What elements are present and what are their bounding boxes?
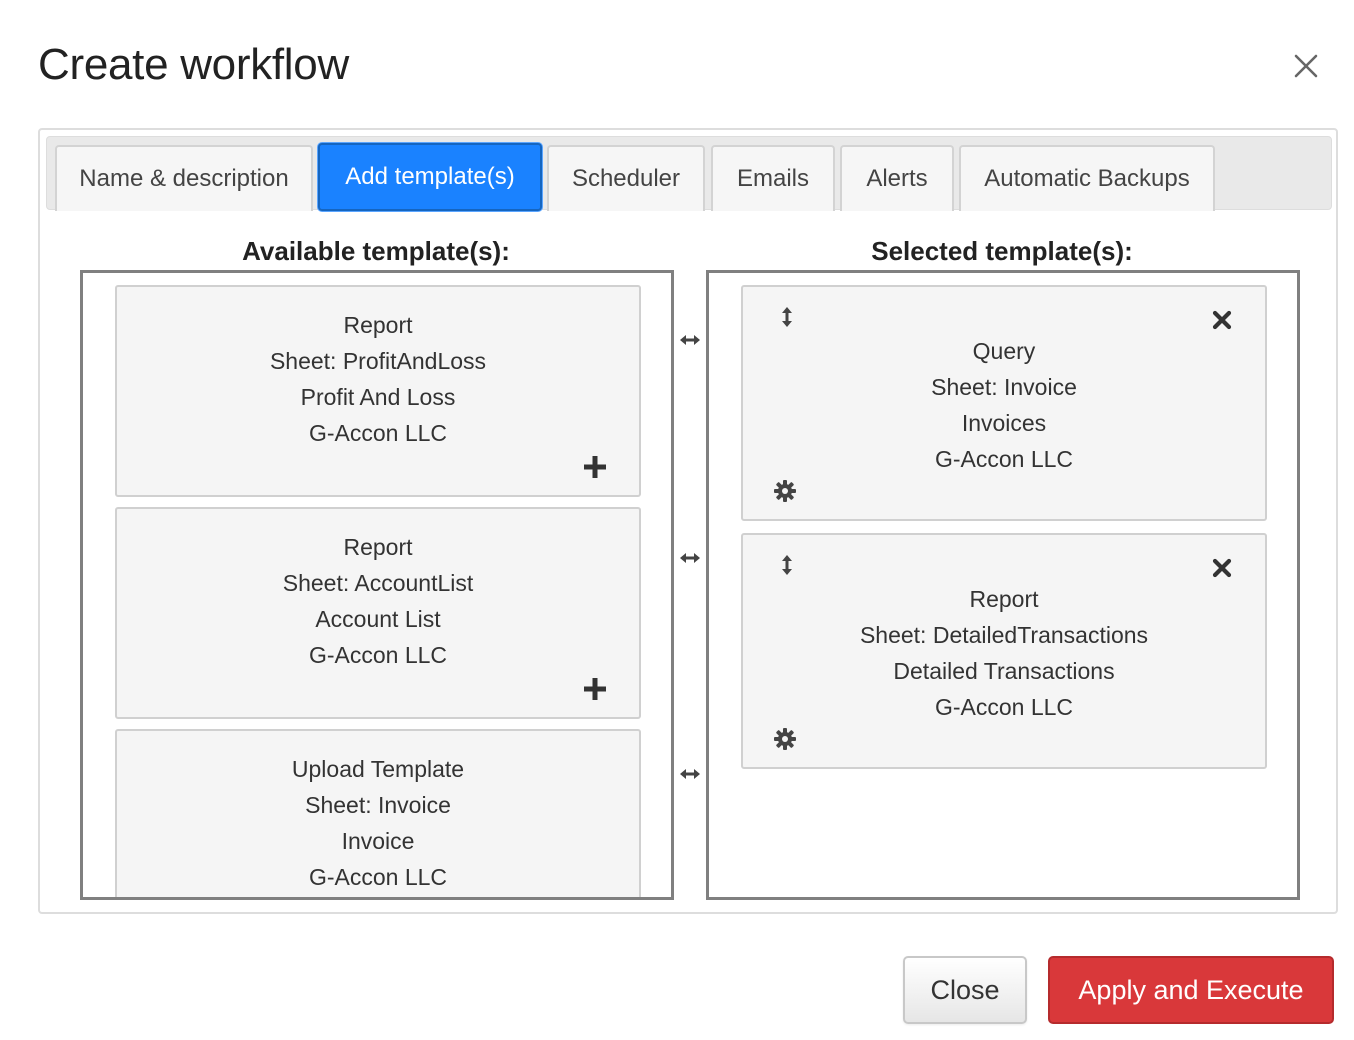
dialog-title: Create workflow [38,40,349,89]
selected-template-card[interactable]: Query Sheet: Invoice Invoices G-Accon LL… [741,285,1267,521]
close-button[interactable]: Close [903,956,1027,1024]
tab-name-description[interactable]: Name & description [55,145,313,211]
template-type: Report [343,534,413,560]
tab-add-templates[interactable]: Add template(s) [318,143,542,211]
vertical-arrows-icon[interactable] [779,305,795,334]
selected-templates-heading: Selected template(s): [871,236,1133,266]
template-company: G-Accon LLC [308,420,448,446]
available-template-card[interactable]: Report Sheet: AccountList Account List G… [115,507,641,719]
gear-icon[interactable] [773,727,797,756]
template-sheet: Sheet: ProfitAndLoss [269,348,487,374]
remove-icon[interactable] [1211,309,1233,336]
plus-icon[interactable] [583,455,607,484]
apply-and-execute-button[interactable]: Apply and Execute [1048,956,1334,1024]
template-name: Invoices [961,410,1047,436]
tab-scheduler[interactable]: Scheduler [547,145,705,211]
template-type: Query [972,338,1036,364]
available-templates-heading: Available template(s): [242,236,510,266]
available-template-card[interactable]: Report Sheet: ProfitAndLoss Profit And L… [115,285,641,497]
template-name: Account List [315,606,441,632]
tab-emails[interactable]: Emails [711,145,835,211]
create-workflow-dialog: Create workflow Name & description Add t… [0,0,1354,1040]
template-name: Detailed Transactions [893,658,1115,684]
template-type: Report [969,586,1039,612]
template-company: G-Accon LLC [308,642,448,668]
selected-template-card[interactable]: Report Sheet: DetailedTransactions Detai… [741,533,1267,769]
remove-icon[interactable] [1211,557,1233,584]
template-company: G-Accon LLC [308,864,448,890]
template-name: Invoice [341,828,415,854]
workflow-panel: Name & description Add template(s) Sched… [38,128,1338,914]
close-icon[interactable] [1288,48,1324,84]
horizontal-arrows-icon [678,332,702,348]
selected-templates-list[interactable]: Query Sheet: Invoice Invoices G-Accon LL… [706,270,1300,900]
horizontal-arrows-icon [678,550,702,566]
tab-alerts[interactable]: Alerts [840,145,954,211]
template-type: Report [343,312,413,338]
plus-icon[interactable] [583,677,607,706]
template-type: Upload Template [291,756,465,782]
template-sheet: Sheet: AccountList [282,570,474,596]
template-name: Profit And Loss [300,384,456,410]
tab-automatic-backups[interactable]: Automatic Backups [959,145,1215,211]
gear-icon[interactable] [773,479,797,508]
tab-bar: Name & description Add template(s) Sched… [46,136,1332,211]
template-sheet: Sheet: Invoice [305,792,451,818]
template-sheet: Sheet: Invoice [931,374,1077,400]
template-company: G-Accon LLC [934,694,1074,720]
horizontal-arrows-icon [678,766,702,782]
template-sheet: Sheet: DetailedTransactions [859,622,1149,648]
available-template-card[interactable]: Upload Template Sheet: Invoice Invoice G… [115,729,641,897]
vertical-arrows-icon[interactable] [779,553,795,582]
template-company: G-Accon LLC [934,446,1074,472]
available-templates-list[interactable]: Report Sheet: ProfitAndLoss Profit And L… [80,270,674,900]
